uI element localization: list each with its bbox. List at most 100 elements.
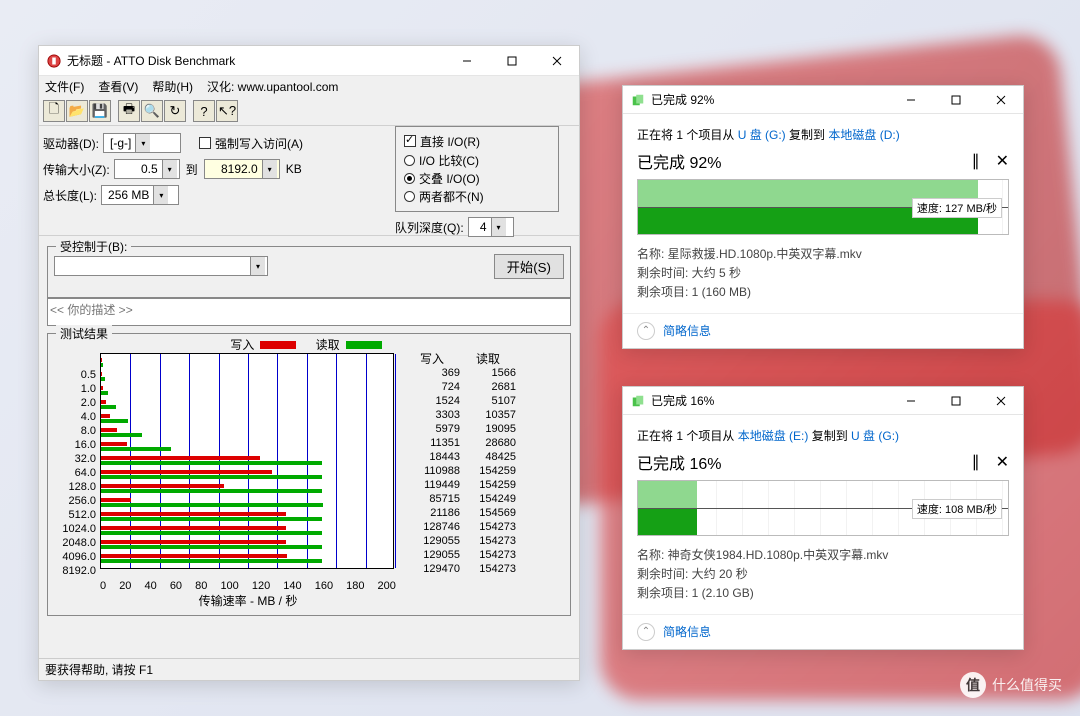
copy2-line: 正在将 1 个项目从 本地磁盘 (E:) 复制到 U 盘 (G:): [637, 427, 1009, 444]
maximize-icon: [507, 56, 517, 66]
minimize-icon: [906, 396, 916, 406]
xfer-to-select[interactable]: 8192.0▾: [204, 159, 280, 179]
tb-refresh[interactable]: ↻: [164, 100, 186, 122]
chevron-down-icon: ▾: [153, 186, 168, 204]
maximize-button[interactable]: [933, 85, 978, 115]
overlap-radio[interactable]: [404, 173, 415, 184]
copy-dialog-2: 已完成 16% 正在将 1 个项目从 本地磁盘 (E:) 复制到 U 盘 (G:…: [622, 386, 1024, 650]
chevron-up-icon: ⌃: [637, 322, 655, 340]
status-text: 要获得帮助, 请按 F1: [45, 661, 153, 678]
chart-legend: 写入 读取: [54, 336, 564, 353]
write-legend-label: 写入: [230, 338, 254, 352]
pause-button[interactable]: ∥: [972, 452, 980, 472]
force-write-label: 强制写入访问(A): [215, 135, 303, 152]
neither-label: 两者都不(N): [419, 188, 484, 205]
copy1-src[interactable]: U 盘 (G:): [738, 128, 786, 142]
save-icon: 💾: [92, 103, 108, 119]
minimize-button[interactable]: [444, 46, 489, 76]
menu-locale: 汉化: www.upantool.com: [207, 78, 338, 95]
drive-select[interactable]: [-g-]▾: [103, 133, 181, 153]
minimize-icon: [462, 56, 472, 66]
close-button[interactable]: [978, 85, 1023, 115]
tb-print[interactable]: 🖶: [118, 100, 140, 122]
kb-label: KB: [286, 162, 302, 176]
menu-help[interactable]: 帮助(H): [152, 78, 193, 95]
chart-xlabel: 传输速率 - MB / 秒: [100, 592, 396, 609]
description-input[interactable]: [47, 298, 571, 326]
controlled-select[interactable]: ▾: [54, 256, 268, 276]
print-icon: 🖶: [123, 100, 135, 122]
chevron-down-icon: ▾: [250, 257, 265, 275]
copy1-speed: 速度: 127 MB/秒: [912, 198, 1002, 218]
maximize-button[interactable]: [489, 46, 534, 76]
direct-io-checkbox[interactable]: [404, 135, 416, 147]
copy1-meta: 名称: 星际救援.HD.1080p.中英双字幕.mkv 剩余时间: 大约 5 秒…: [637, 245, 1009, 303]
copy-icon: [631, 394, 645, 408]
copy2-src[interactable]: 本地磁盘 (E:): [738, 429, 809, 443]
copy1-items: 1 (160 MB): [692, 285, 751, 299]
copy2-details-toggle[interactable]: ⌃ 简略信息: [623, 614, 1023, 649]
result-title: 测试结果: [56, 325, 112, 342]
cancel-button[interactable]: ✕: [996, 151, 1009, 171]
atto-window: 无标题 - ATTO Disk Benchmark 文件(F) 查看(V) 帮助…: [38, 45, 580, 681]
close-button[interactable]: [978, 386, 1023, 416]
tb-open[interactable]: 📂: [66, 100, 88, 122]
tb-help[interactable]: ?: [193, 100, 215, 122]
copy2-title: 已完成 16%: [651, 392, 888, 409]
copy1-details-toggle[interactable]: ⌃ 简略信息: [623, 313, 1023, 348]
io-compare-radio[interactable]: [404, 155, 415, 166]
menu-view[interactable]: 查看(V): [98, 78, 138, 95]
watermark-icon: 值: [960, 672, 986, 698]
copy1-dst[interactable]: 本地磁盘 (D:): [828, 128, 899, 142]
close-icon: [552, 56, 562, 66]
menu-file[interactable]: 文件(F): [45, 78, 84, 95]
total-label: 总长度(L):: [43, 187, 97, 204]
tb-new[interactable]: 🗋: [43, 100, 65, 122]
io-mode-group: 直接 I/O(R) I/O 比较(C) 交叠 I/O(O) 两者都不(N): [395, 126, 559, 212]
chart-xaxis: 020406080100120140160180200: [100, 580, 396, 592]
neither-radio[interactable]: [404, 191, 415, 202]
direct-io-label: 直接 I/O(R): [420, 133, 480, 150]
minimize-button[interactable]: [888, 386, 933, 416]
chevron-down-icon: ▾: [162, 160, 177, 178]
copy2-dst[interactable]: U 盘 (G:): [851, 429, 899, 443]
minimize-button[interactable]: [888, 85, 933, 115]
statusbar: 要获得帮助, 请按 F1: [39, 658, 579, 680]
drive-value: [-g-]: [110, 136, 131, 150]
chart-plot: [100, 353, 394, 569]
pause-button[interactable]: ∥: [972, 151, 980, 171]
open-icon: 📂: [69, 103, 85, 119]
minimize-icon: [906, 95, 916, 105]
close-icon: [996, 95, 1006, 105]
queue-select[interactable]: 4▾: [468, 217, 514, 237]
force-write-checkbox[interactable]: [199, 137, 211, 149]
tb-cursor[interactable]: ↖?: [216, 100, 238, 122]
chevron-down-icon: ▾: [262, 160, 277, 178]
copy1-remain: 大约 5 秒: [692, 266, 741, 280]
total-select[interactable]: 256 MB▾: [101, 185, 179, 205]
xfer-label: 传输大小(Z):: [43, 161, 110, 178]
controlled-label: 受控制于(B):: [56, 238, 131, 255]
xfer-from-select[interactable]: 0.5▾: [114, 159, 180, 179]
copy2-items: 1 (2.10 GB): [692, 586, 754, 600]
copy1-filename: 星际救援.HD.1080p.中英双字幕.mkv: [668, 247, 862, 261]
close-button[interactable]: [534, 46, 579, 76]
zoom-icon: 🔍: [144, 103, 160, 119]
watermark: 值 什么值得买: [960, 672, 1062, 698]
copy1-percent: 已完成 92%: [637, 149, 972, 173]
maximize-icon: [951, 95, 961, 105]
drive-label: 驱动器(D):: [43, 135, 99, 152]
cancel-button[interactable]: ✕: [996, 452, 1009, 472]
app-icon: [47, 54, 61, 68]
start-button[interactable]: 开始(S): [494, 254, 564, 279]
tb-save[interactable]: 💾: [89, 100, 111, 122]
copy2-details-label: 简略信息: [663, 623, 711, 640]
atto-titlebar[interactable]: 无标题 - ATTO Disk Benchmark: [39, 46, 579, 76]
refresh-icon: ↻: [170, 103, 181, 119]
copy2-meta: 名称: 神奇女侠1984.HD.1080p.中英双字幕.mkv 剩余时间: 大约…: [637, 546, 1009, 604]
queue-value: 4: [480, 220, 487, 234]
maximize-button[interactable]: [933, 386, 978, 416]
tb-zoom[interactable]: 🔍: [141, 100, 163, 122]
atto-title: 无标题 - ATTO Disk Benchmark: [67, 52, 444, 69]
copy2-filename: 神奇女侠1984.HD.1080p.中英双字幕.mkv: [668, 548, 889, 562]
